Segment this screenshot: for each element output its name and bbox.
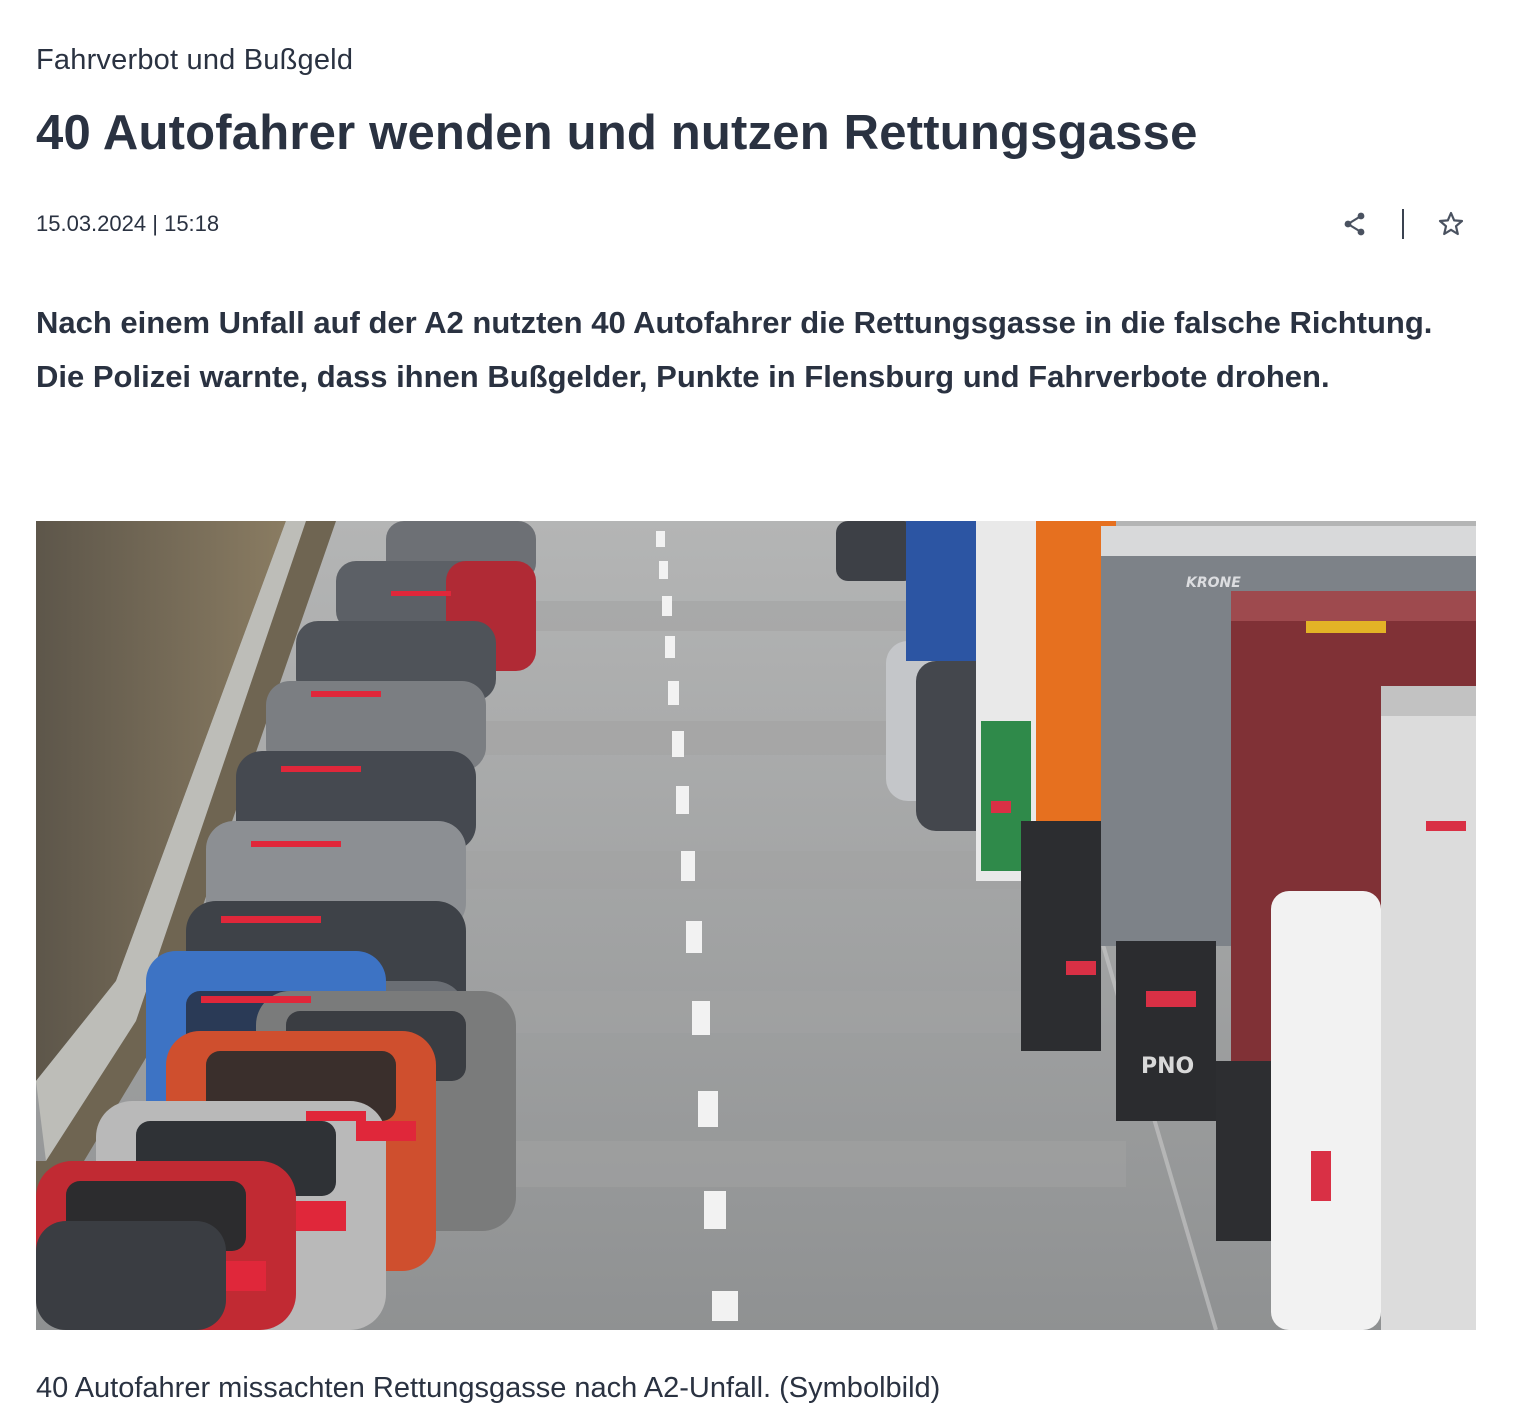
article-headline: 40 Autofahrer wenden und nutzen Rettungs… bbox=[36, 106, 1198, 160]
star-icon bbox=[1438, 211, 1464, 236]
trailer-brand-text: KRONE bbox=[1186, 575, 1241, 591]
article-time: 15:18 bbox=[164, 211, 220, 236]
actions-divider bbox=[1402, 209, 1404, 239]
share-button[interactable] bbox=[1338, 207, 1372, 241]
article-meta: 15.03.2024 | 15:18 bbox=[36, 208, 1476, 240]
plate-fragment-text: PNO bbox=[1141, 1054, 1194, 1079]
article-image: KRONE PNO bbox=[36, 521, 1476, 1330]
traffic-jam-photo: KRONE PNO bbox=[36, 521, 1476, 1330]
image-caption: 40 Autofahrer missachten Rettungsgasse n… bbox=[36, 1372, 941, 1404]
share-icon bbox=[1344, 212, 1365, 236]
dateline-separator: | bbox=[152, 211, 158, 236]
article-dateline: 15.03.2024 | 15:18 bbox=[36, 208, 219, 240]
article-lead: Nach einem Unfall auf der A2 nutzten 40 … bbox=[36, 305, 1433, 394]
article-kicker: Fahrverbot und Bußgeld bbox=[36, 44, 354, 76]
article-actions bbox=[1338, 208, 1468, 240]
bookmark-button[interactable] bbox=[1434, 207, 1468, 241]
article-date: 15.03.2024 bbox=[36, 211, 147, 236]
